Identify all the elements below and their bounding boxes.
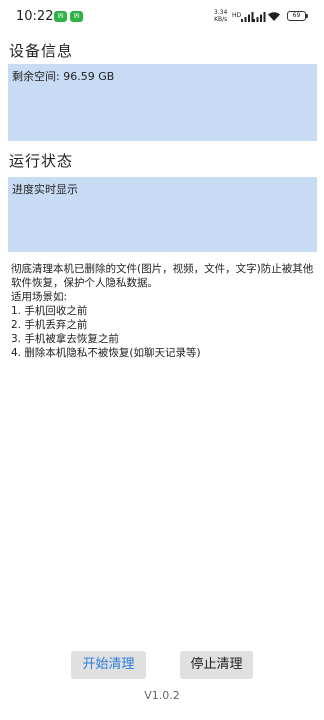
device-info-panel: 剩余空间: 96.59 GB xyxy=(8,64,317,141)
version-label: V1.0.2 xyxy=(144,689,180,702)
status-bar: 10:22 ✉ ✉ 3.34 KB/s HD 69 xyxy=(0,0,324,34)
scenarios-label: 适用场景如: xyxy=(11,291,68,303)
wifi-icon xyxy=(268,12,280,21)
scenario-item: 1. 手机回收之前 xyxy=(11,305,88,317)
wechat-icon: ✉ xyxy=(70,11,83,22)
scenario-item: 2. 手机丢弃之前 xyxy=(11,319,88,331)
description: 彻底清理本机已删除的文件(图片，视频，文件，文字)防止被其他软件恢复，保护个人隐… xyxy=(11,262,316,360)
free-space-text: 剩余空间: 96.59 GB xyxy=(12,70,115,83)
description-intro: 彻底清理本机已删除的文件(图片，视频，文件，文字)防止被其他软件恢复，保护个人隐… xyxy=(11,263,314,289)
start-clean-button[interactable]: 开始清理 xyxy=(71,651,146,679)
signal-icon xyxy=(253,12,266,22)
network-speed: 3.34 KB/s xyxy=(214,9,228,23)
status-time: 10:22 xyxy=(16,9,54,24)
wechat-icon: ✉ xyxy=(54,11,67,22)
scenario-item: 3. 手机被拿去恢复之前 xyxy=(11,333,119,345)
scenario-item: 4. 删除本机隐私不被恢复(如聊天记录等) xyxy=(11,347,201,359)
device-info-title: 设备信息 xyxy=(9,42,74,60)
stop-clean-button[interactable]: 停止清理 xyxy=(180,651,253,679)
progress-text: 进度实时显示 xyxy=(12,183,78,196)
progress-panel: 进度实时显示 xyxy=(8,177,317,252)
battery-icon: 69 xyxy=(287,11,308,21)
run-status-title: 运行状态 xyxy=(9,152,74,170)
